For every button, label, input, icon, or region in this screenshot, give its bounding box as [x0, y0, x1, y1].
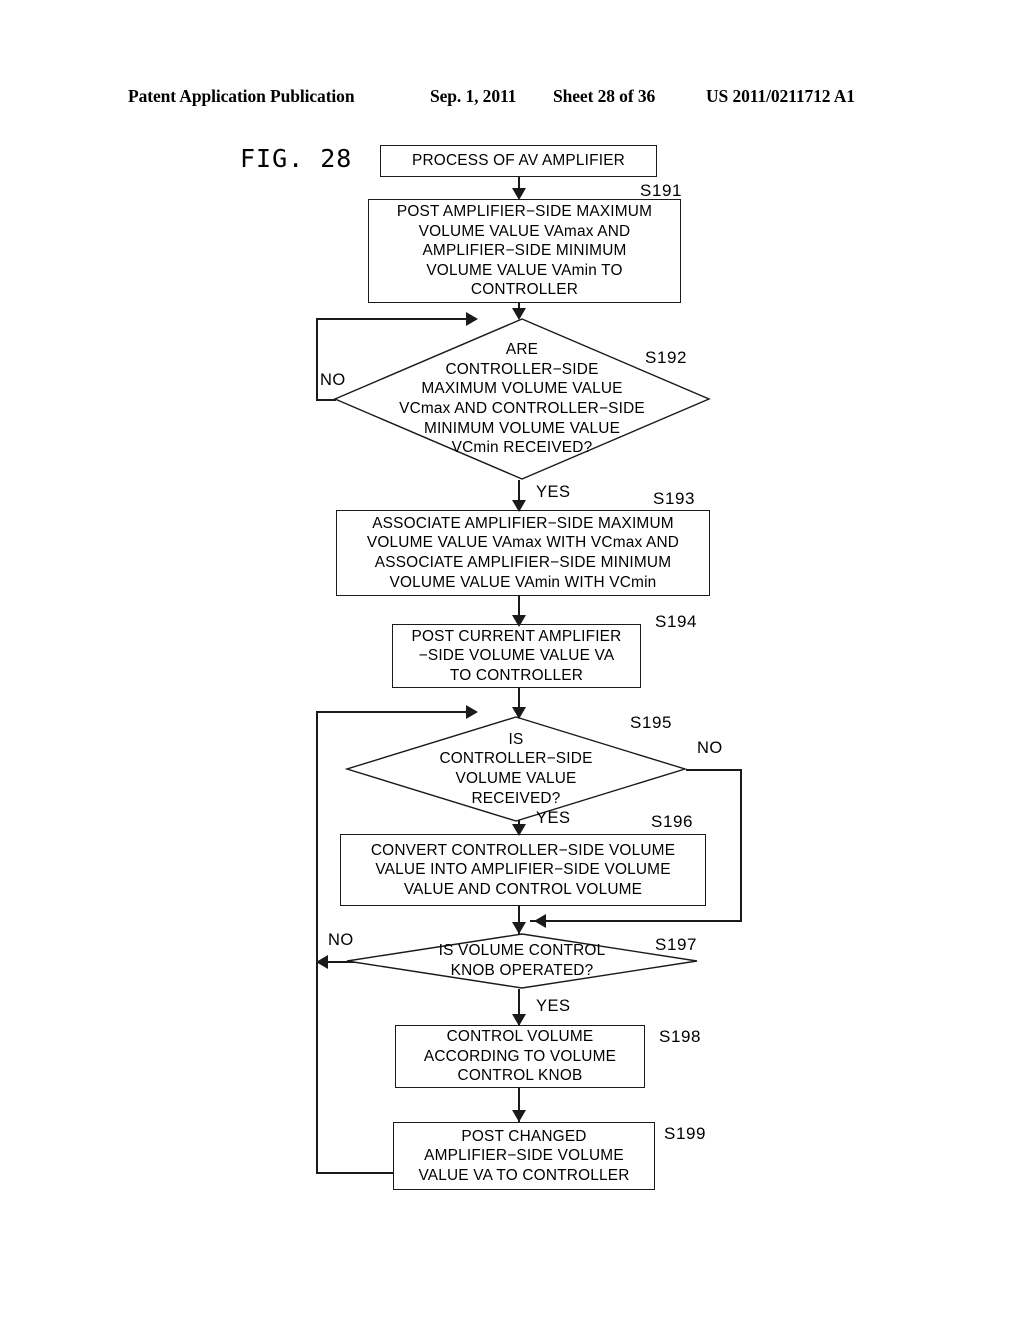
flowchart-node-s194-text: POST CURRENT AMPLIFIER −SIDE VOLUME VALU… [411, 627, 622, 684]
step-id-s198: S198 [659, 1027, 702, 1046]
arrowhead-return-bus-to-s195 [466, 704, 478, 719]
step-id-s199: S199 [664, 1124, 707, 1143]
branch-label-s197-yes: YES [536, 997, 571, 1015]
arrowhead-s193-to-s194 [511, 615, 526, 627]
flowchart-node-s193-text: ASSOCIATE AMPLIFIER−SIDE MAXIMUM VOLUME … [366, 514, 680, 591]
sheet-number: Sheet 28 of 36 [553, 86, 656, 106]
flowchart-node-s198: CONTROL VOLUME ACCORDING TO VOLUME CONTR… [395, 1025, 645, 1088]
flowchart-node-s198-text: CONTROL VOLUME ACCORDING TO VOLUME CONTR… [423, 1028, 617, 1085]
connector-s195-no-h-out [686, 769, 742, 771]
branch-label-s192-yes: YES [536, 483, 571, 501]
flowchart-node-s194: POST CURRENT AMPLIFIER −SIDE VOLUME VALU… [392, 624, 641, 688]
step-id-s191: S191 [640, 181, 683, 200]
diamond-shape-s197 [346, 933, 698, 989]
step-id-s194: S194 [655, 612, 698, 631]
arrowhead-s198-to-s199 [511, 1110, 526, 1122]
arrowhead-s191-to-s192 [511, 308, 526, 320]
branch-label-s195-yes: YES [536, 809, 571, 827]
figure-label: FIG. 28 [240, 144, 353, 173]
flowchart-node-s197: IS VOLUME CONTROL KNOB OPERATED? [346, 933, 698, 989]
patent-number: US 2011/0211712 A1 [706, 86, 855, 106]
connector-return-bus-to-s195 [316, 711, 468, 713]
patent-figure-page: Patent Application Publication Sep. 1, 2… [0, 0, 1024, 1320]
arrowhead-start-to-s191 [511, 188, 526, 200]
connector-s195-no-vertical [740, 769, 742, 921]
publication-date: Sep. 1, 2011 [430, 86, 517, 106]
arrowhead-s192-no-return [466, 311, 478, 326]
flowchart-start-text: PROCESS OF AV AMPLIFIER [412, 152, 625, 170]
step-id-s197: S197 [655, 935, 698, 954]
arrowhead-s192-to-s193 [511, 500, 526, 512]
connector-s195-no-h-return [530, 920, 742, 922]
arrowhead-s196-to-s197 [511, 922, 526, 934]
arrowhead-s197-to-s198 [511, 1014, 526, 1026]
step-id-s193: S193 [653, 489, 696, 508]
publication-title: Patent Application Publication [128, 86, 355, 106]
step-id-s196: S196 [651, 812, 694, 831]
flowchart-node-s193: ASSOCIATE AMPLIFIER−SIDE MAXIMUM VOLUME … [336, 510, 710, 596]
connector-s192-no-h-out [316, 399, 336, 401]
publication-header: Patent Application Publication Sep. 1, 2… [0, 86, 1024, 110]
connector-return-bus-vertical [316, 711, 318, 1173]
branch-label-s197-no: NO [328, 931, 354, 949]
flowchart-node-s191-text: POST AMPLIFIER−SIDE MAXIMUM VOLUME VALUE… [396, 203, 653, 299]
flowchart-node-s199-text: POST CHANGED AMPLIFIER−SIDE VOLUME VALUE… [418, 1127, 630, 1184]
arrowhead-s197-no [316, 954, 328, 969]
arrowhead-s195-to-s196 [511, 824, 526, 836]
step-id-s192: S192 [645, 348, 688, 367]
connector-s192-no-vertical [316, 318, 318, 400]
flowchart-node-s196: CONVERT CONTROLLER−SIDE VOLUME VALUE INT… [340, 834, 706, 906]
arrowhead-s195-no-return [534, 913, 546, 928]
step-id-s195: S195 [630, 713, 673, 732]
arrowhead-s194-to-s195 [511, 707, 526, 719]
flowchart-node-s196-text: CONVERT CONTROLLER−SIDE VOLUME VALUE INT… [370, 841, 676, 898]
connector-s199-to-return-bus [316, 1172, 394, 1174]
flowchart-node-s192: ARE CONTROLLER−SIDE MAXIMUM VOLUME VALUE… [333, 318, 711, 480]
flowchart-node-s191: POST AMPLIFIER−SIDE MAXIMUM VOLUME VALUE… [368, 199, 681, 303]
flowchart-start-node: PROCESS OF AV AMPLIFIER [380, 145, 657, 177]
diamond-shape-s192 [333, 318, 711, 480]
flowchart-node-s199: POST CHANGED AMPLIFIER−SIDE VOLUME VALUE… [393, 1122, 655, 1190]
branch-label-s192-no: NO [320, 371, 346, 389]
branch-label-s195-no: NO [697, 739, 723, 757]
